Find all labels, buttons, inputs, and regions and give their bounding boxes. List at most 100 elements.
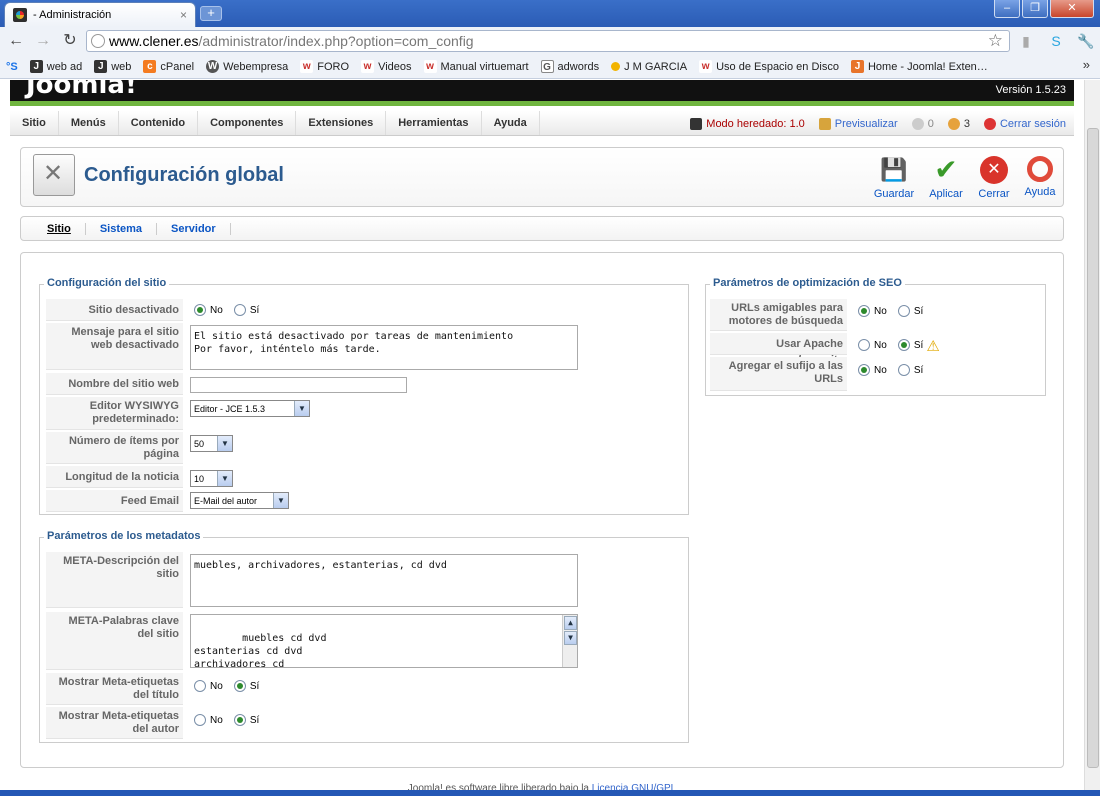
metadata-legend: Parámetros de los metadatos — [44, 530, 204, 542]
close-circle-icon: ✕ — [980, 156, 1008, 184]
reload-icon[interactable]: ↻ — [59, 30, 81, 52]
tab-close-icon[interactable]: × — [180, 8, 187, 22]
bookmark-item[interactable]: J Home - Joomla! Exten… — [850, 60, 988, 73]
feed-length-label: Longitud de la noticia — [46, 466, 183, 488]
close-button[interactable]: ✕ Cerrar — [971, 156, 1017, 200]
legacy-mode: Modo heredado: 1.0 — [690, 117, 805, 130]
joomla-logo[interactable]: Joomla! — [26, 80, 137, 100]
bookmark-item[interactable]: w Manual virtuemart — [423, 60, 529, 73]
lifebuoy-icon — [1027, 156, 1053, 182]
pagerank-icon[interactable]: ▮ — [1016, 31, 1036, 51]
minimize-button[interactable]: – — [994, 0, 1020, 18]
radio-label: Sí — [249, 714, 260, 726]
help-label: Ayuda — [1024, 186, 1056, 198]
messages-count-label: 0 — [927, 117, 934, 130]
bookmark-item[interactable]: W Webempresa — [206, 60, 288, 73]
metadata-fieldset: Parámetros de los metadatos META-Descrip… — [39, 530, 689, 743]
site-name-input[interactable] — [190, 377, 407, 393]
radio-label: No — [874, 364, 887, 376]
offline-no-radio[interactable]: No — [194, 304, 223, 316]
save-button[interactable]: 💾 Guardar — [871, 156, 917, 200]
menu-componentes[interactable]: Componentes — [198, 111, 297, 135]
new-tab-button[interactable]: + — [200, 6, 222, 21]
show-title-no-radio[interactable]: No — [194, 680, 223, 692]
wrench-icon[interactable]: 🔧 — [1076, 31, 1096, 51]
bookmark-item[interactable]: c cPanel — [143, 60, 194, 73]
menu-menus[interactable]: Menús — [59, 111, 119, 135]
page-scrollbar[interactable] — [1084, 80, 1100, 796]
joomla-header: Joomla! Versión 1.5.23 — [10, 80, 1074, 106]
tab-servidor[interactable]: Servidor — [157, 222, 231, 235]
back-arrow-icon[interactable]: ← — [5, 30, 27, 52]
url-suffix-no-radio[interactable]: No — [858, 364, 887, 376]
preview-link[interactable]: Previsualizar — [818, 117, 898, 130]
radio-label: Sí — [249, 304, 260, 316]
bookmark-item[interactable]: w Uso de Espacio en Disco — [699, 60, 839, 73]
meta-keywords-value: muebles cd dvd estanterias cd dvd archiv… — [194, 633, 327, 668]
bookmark-star-icon[interactable]: ☆ — [988, 31, 1003, 51]
mod-rewrite-yes-radio[interactable]: Sí — [897, 339, 923, 351]
maximize-button[interactable]: ❐ — [1022, 0, 1048, 18]
offline-message-label: Mensaje para el sitio web desactivado — [46, 323, 183, 370]
items-per-page-select[interactable]: 50 ▼ — [190, 435, 233, 452]
tab-sitio[interactable]: Sitio — [33, 222, 86, 235]
bookmarks-more-icon[interactable]: » — [1083, 57, 1090, 72]
sef-yes-radio[interactable]: Sí — [897, 305, 923, 317]
help-button[interactable]: Ayuda — [1017, 156, 1063, 198]
offline-radio-group: No Sí — [194, 304, 267, 319]
joomla-icon: J — [29, 60, 43, 73]
bookmark-item[interactable]: w FORO — [300, 60, 349, 73]
skype-icon[interactable]: S — [1046, 31, 1066, 51]
close-window-button[interactable]: ✕ — [1050, 0, 1094, 18]
meta-keywords-textarea[interactable]: muebles cd dvd estanterias cd dvd archiv… — [190, 614, 578, 668]
show-author-no-radio[interactable]: No — [194, 714, 223, 726]
feed-length-select[interactable]: 10 ▼ — [190, 470, 233, 487]
offline-message-textarea[interactable]: El sitio está desactivado por tareas de … — [190, 325, 578, 370]
editor-select[interactable]: Editor - JCE 1.5.3 ▼ — [190, 400, 310, 417]
menu-herramientas[interactable]: Herramientas — [386, 111, 482, 135]
bookmark-item[interactable]: Gadwords — [540, 60, 599, 73]
feed-email-select[interactable]: E-Mail del autor ▼ — [190, 492, 289, 509]
feed-email-select-value: E-Mail del autor — [194, 495, 258, 506]
meta-description-textarea[interactable]: muebles, archivadores, estanterias, cd d… — [190, 554, 578, 607]
tab-sistema[interactable]: Sistema — [86, 222, 158, 235]
scroll-down-icon[interactable]: ▼ — [564, 631, 577, 645]
bookmark-item[interactable]: J M GARCIA — [611, 61, 687, 73]
apply-button[interactable]: ✔ Aplicar — [923, 156, 969, 201]
save-label: Guardar — [873, 188, 915, 200]
bookmark-item[interactable]: w Videos — [361, 60, 412, 73]
scroll-up-icon[interactable]: ▲ — [564, 616, 577, 630]
mod-rewrite-no-radio[interactable]: No — [858, 339, 887, 351]
bookmark-item[interactable]: Jweb ad — [29, 60, 82, 73]
logout-link[interactable]: Cerrar sesión — [983, 117, 1066, 130]
bookmark-item[interactable]: Jweb — [94, 60, 131, 73]
textarea-scrollbar[interactable]: ▲ ▼ — [562, 615, 577, 667]
show-title-yes-radio[interactable]: Sí — [233, 680, 259, 692]
radio-circle — [858, 364, 870, 376]
forward-arrow-icon[interactable]: → — [32, 30, 54, 52]
url-host: www.clener.es — [109, 33, 199, 49]
scrollbar-thumb[interactable] — [1087, 128, 1099, 768]
menu-sitio[interactable]: Sitio — [10, 111, 59, 135]
legacy-mode-label: Modo heredado: 1.0 — [706, 117, 805, 130]
users-count[interactable]: 3 — [947, 117, 970, 130]
radio-circle — [897, 305, 910, 317]
radio-label: No — [210, 680, 223, 692]
sef-no-radio[interactable]: No — [858, 305, 887, 317]
status-area: Modo heredado: 1.0 Previsualizar 0 3 Cer… — [676, 111, 1066, 136]
title-toolbar-box: Configuración global 💾 Guardar ✔ Aplicar… — [20, 147, 1064, 207]
menu-contenido[interactable]: Contenido — [119, 111, 199, 135]
meta-keywords-label: META-Palabras clave del sitio — [46, 612, 183, 670]
address-bar[interactable]: www.clener.es /administrator/index.php?o… — [86, 30, 1010, 52]
seo-fieldset: Parámetros de optimización de SEO URLs a… — [705, 277, 1046, 396]
menu-ayuda[interactable]: Ayuda — [482, 111, 540, 135]
messages-count[interactable]: 0 — [911, 117, 934, 130]
offline-yes-radio[interactable]: Sí — [233, 304, 260, 316]
radio-circle — [194, 714, 206, 726]
show-author-yes-radio[interactable]: Sí — [233, 714, 260, 726]
url-suffix-yes-radio[interactable]: Sí — [897, 364, 923, 376]
apps-icon[interactable]: °S — [6, 61, 18, 73]
meta-description-label: META-Descripción del sitio — [46, 552, 183, 608]
menu-extensiones[interactable]: Extensiones — [296, 111, 387, 135]
browser-tab[interactable]: - Administración × — [4, 2, 196, 27]
